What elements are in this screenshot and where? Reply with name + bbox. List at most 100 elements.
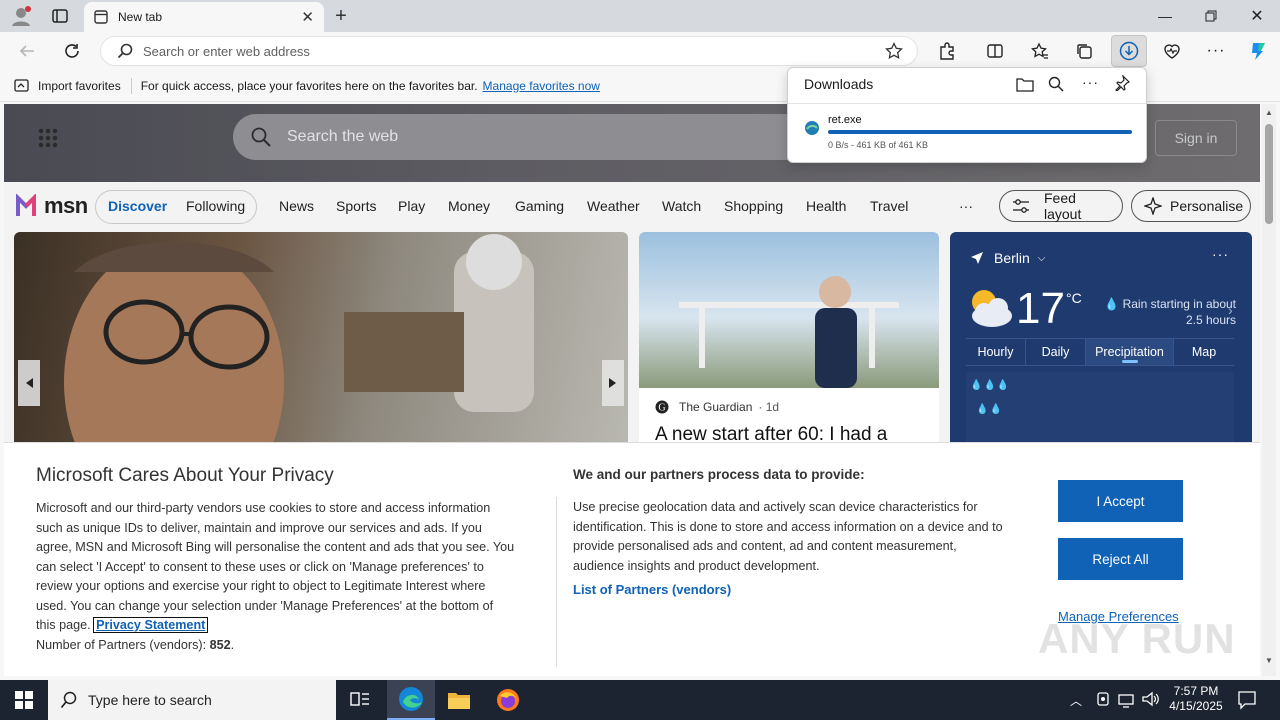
msn-logo[interactable]: msn: [16, 193, 88, 219]
task-view-icon[interactable]: [336, 680, 384, 720]
web-search-input[interactable]: Search the web: [287, 128, 398, 146]
search-icon: [117, 43, 133, 59]
nav-sports[interactable]: Sports: [336, 198, 376, 214]
list-of-partners-link[interactable]: List of Partners (vendors): [573, 580, 731, 600]
minimize-button[interactable]: —: [1142, 0, 1188, 32]
app-launcher-icon[interactable]: [38, 128, 58, 148]
downloads-button[interactable]: [1111, 35, 1147, 67]
scroll-down-icon[interactable]: ▼: [1265, 656, 1273, 665]
refresh-button[interactable]: [57, 36, 87, 66]
downloads-panel: Downloads ··· ret.exe 0 B/s - 461 KB of …: [787, 67, 1147, 163]
pin-icon[interactable]: [1114, 75, 1130, 91]
privacy-right-line: audience insights and product developmen…: [573, 558, 820, 573]
firefox-icon[interactable]: [484, 680, 532, 720]
network-icon[interactable]: [1118, 692, 1136, 708]
partners-count: 852: [209, 637, 231, 652]
taskbar-search[interactable]: Type here to search: [48, 680, 336, 720]
network-security-icon[interactable]: [1096, 691, 1110, 707]
privacy-right-title: We and our partners process data to prov…: [573, 467, 865, 482]
extensions-icon[interactable]: [932, 36, 962, 66]
scroll-up-icon[interactable]: ▲: [1265, 108, 1273, 117]
weather-tab-daily[interactable]: Daily: [1026, 339, 1086, 365]
accept-button[interactable]: I Accept: [1058, 480, 1183, 522]
import-favorites-button[interactable]: Import favorites: [38, 79, 121, 93]
scrollbar-thumb[interactable]: [1265, 124, 1273, 224]
edge-taskbar-icon[interactable]: [387, 680, 435, 720]
tab-strip: New tab ✕ + — ✕: [0, 0, 1280, 32]
nav-shopping[interactable]: Shopping: [724, 198, 783, 214]
carousel-next-button[interactable]: [602, 360, 624, 406]
file-exe-icon: [804, 120, 820, 136]
close-window-button[interactable]: ✕: [1234, 0, 1280, 32]
address-input[interactable]: Search or enter web address: [143, 44, 885, 59]
tab-new-tab[interactable]: New tab ✕: [84, 2, 324, 32]
profile-icon[interactable]: [10, 5, 32, 27]
open-folder-icon[interactable]: [1016, 76, 1034, 92]
privacy-body-line: such as unique IDs to deliver, maintain …: [36, 520, 482, 535]
story-card[interactable]: G The Guardian · 1d A new start after 60…: [639, 232, 939, 452]
favorite-star-icon[interactable]: [885, 42, 903, 60]
downloads-more-icon[interactable]: ···: [1082, 74, 1099, 90]
top-story-image[interactable]: [14, 232, 628, 452]
favorites-icon[interactable]: [1025, 36, 1055, 66]
restore-button[interactable]: [1188, 0, 1234, 32]
weather-tab-hourly[interactable]: Hourly: [966, 339, 1026, 365]
taskbar-search-input[interactable]: Type here to search: [88, 692, 212, 708]
settings-more-icon[interactable]: ···: [1201, 36, 1231, 66]
story-age: · 1d: [758, 400, 780, 414]
split-screen-icon[interactable]: [980, 36, 1010, 66]
chevron-right-icon[interactable]: ›: [1228, 302, 1233, 318]
nav-news[interactable]: News: [279, 198, 314, 214]
location-arrow-icon: [970, 251, 984, 265]
privacy-right-line: Use precise geolocation data and activel…: [573, 500, 978, 514]
nav-money[interactable]: Money: [448, 198, 490, 214]
sign-in-button[interactable]: Sign in: [1155, 120, 1237, 156]
feed-layout-label: Feed layout: [1044, 190, 1082, 222]
privacy-statement-link[interactable]: Privacy Statement: [93, 617, 209, 633]
personalise-button[interactable]: Personalise: [1131, 190, 1251, 222]
nav-play[interactable]: Play: [398, 198, 425, 214]
partly-cloudy-icon: [964, 284, 1014, 328]
download-file-name[interactable]: ret.exe: [828, 114, 862, 126]
guardian-icon: G: [655, 400, 669, 414]
nav-weather[interactable]: Weather: [587, 198, 640, 214]
new-tab-button[interactable]: +: [330, 5, 352, 27]
notifications-icon[interactable]: [1237, 690, 1257, 710]
nav-gaming[interactable]: Gaming: [515, 198, 564, 214]
nav-watch[interactable]: Watch: [662, 198, 701, 214]
weather-tabs: Hourly Daily Precipitation Map: [966, 338, 1234, 366]
browser-essentials-icon[interactable]: [1157, 36, 1187, 66]
close-tab-icon[interactable]: ✕: [301, 8, 314, 26]
show-hidden-icons[interactable]: ︿: [1070, 692, 1082, 709]
light-rain-icon: 💧💧: [976, 404, 1003, 415]
nav-more-button[interactable]: ···: [959, 198, 973, 214]
page-scrollbar[interactable]: ▲ ▼: [1262, 104, 1276, 676]
back-button[interactable]: [12, 36, 42, 66]
manage-favorites-link[interactable]: Manage favorites now: [483, 79, 600, 93]
msn-logo-text: msn: [44, 193, 88, 218]
nav-travel[interactable]: Travel: [870, 198, 908, 214]
copilot-icon[interactable]: [1243, 36, 1273, 66]
search-downloads-icon[interactable]: [1048, 76, 1064, 92]
tab-actions-icon[interactable]: [50, 6, 70, 26]
nav-health[interactable]: Health: [806, 198, 846, 214]
downloads-title: Downloads: [804, 76, 874, 92]
tab-following[interactable]: Following: [186, 198, 245, 214]
collections-icon[interactable]: [1069, 36, 1099, 66]
reject-all-button[interactable]: Reject All: [1058, 538, 1183, 580]
clock[interactable]: 7:57 PM 4/15/2025: [1166, 684, 1226, 714]
file-explorer-icon[interactable]: [435, 680, 483, 720]
carousel-prev-button[interactable]: [18, 360, 40, 406]
address-bar[interactable]: Search or enter web address: [100, 36, 918, 66]
feed-layout-button[interactable]: Feed layout: [999, 190, 1123, 222]
tab-discover[interactable]: Discover: [108, 198, 167, 214]
weather-more-button[interactable]: ···: [1212, 246, 1229, 262]
weather-location[interactable]: Berlin ⌵: [970, 250, 1045, 266]
volume-icon[interactable]: [1142, 691, 1160, 707]
partners-suffix: .: [230, 637, 235, 652]
weather-card[interactable]: Berlin ⌵ ··· 17 °C 💧 Rain starting in ab…: [950, 232, 1252, 452]
privacy-body-line: this page. Privacy Statement: [36, 616, 546, 636]
raindrop-icon: 💧: [1104, 297, 1120, 311]
weather-tab-map[interactable]: Map: [1174, 339, 1234, 365]
start-button[interactable]: [0, 680, 48, 720]
